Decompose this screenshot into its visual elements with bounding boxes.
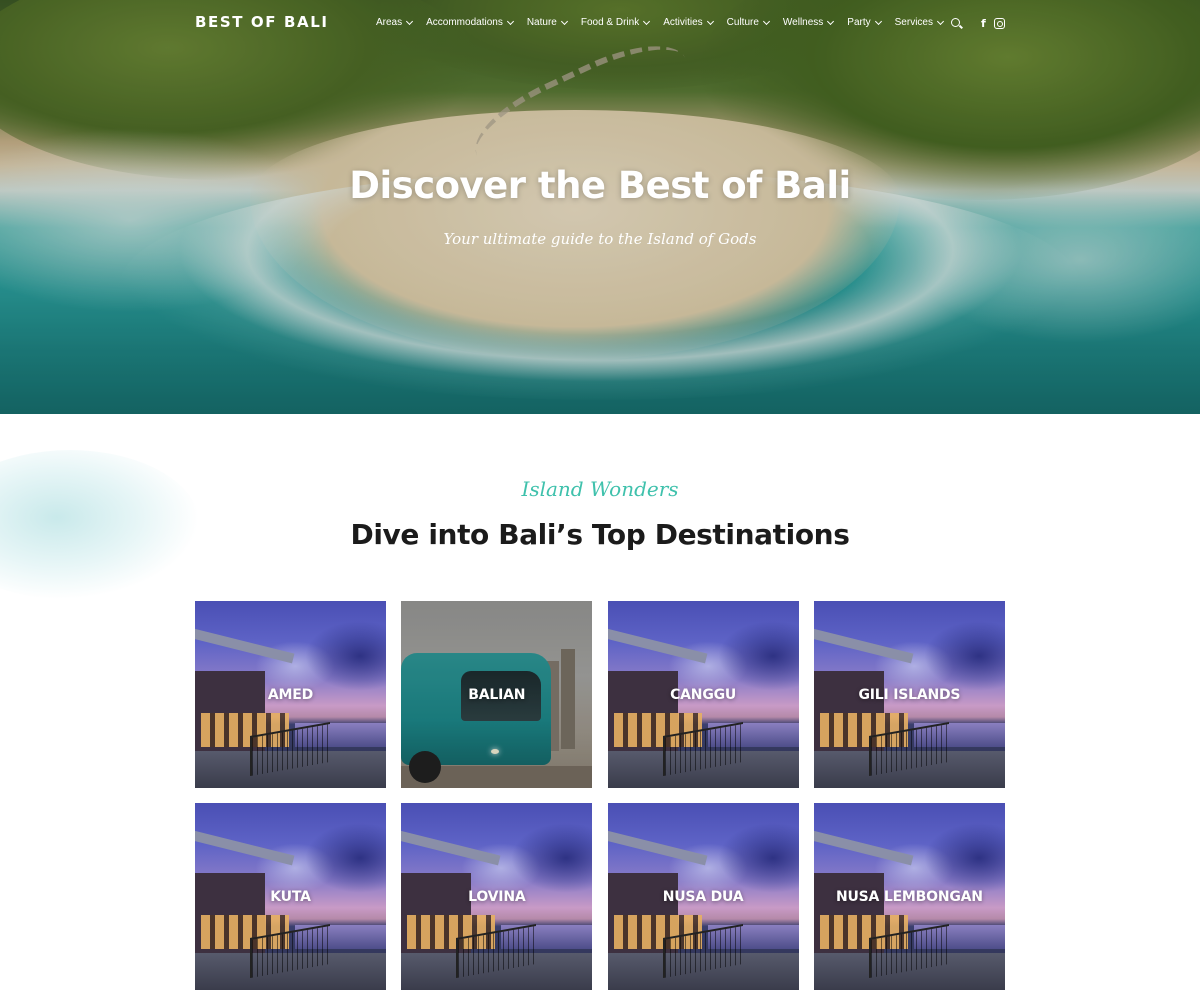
destination-card[interactable]: NUSA LEMBONGAN: [813, 803, 1005, 990]
chevron-down-icon: [643, 17, 651, 25]
chevron-down-icon: [874, 17, 882, 25]
destination-label: GILI ISLANDS: [858, 686, 961, 703]
nav-item-accommodations[interactable]: Accommodations: [426, 17, 514, 28]
chevron-down-icon: [560, 17, 568, 25]
destination-label: CANGGU: [670, 686, 737, 703]
nav-item-areas[interactable]: Areas: [376, 17, 414, 28]
nav-item-label: Services: [894, 17, 933, 28]
nav-item-label: Areas: [376, 17, 403, 28]
section-eyebrow: Island Wonders: [521, 477, 679, 501]
hero-subtitle: Your ultimate guide to the Island of God…: [443, 230, 757, 248]
nav-item-label: Food & Drink: [580, 17, 640, 28]
site-logo[interactable]: BEST OF BALI: [195, 13, 329, 31]
nav-item-culture[interactable]: Culture: [726, 17, 770, 28]
chevron-down-icon: [506, 17, 514, 25]
destination-label: KUTA: [270, 888, 311, 905]
nav-item-label: Culture: [726, 17, 759, 28]
destination-label: NUSA DUA: [662, 888, 744, 905]
chevron-down-icon: [827, 17, 835, 25]
hero-background-image: [0, 0, 1200, 414]
chevron-down-icon: [936, 17, 945, 25]
chevron-down-icon: [762, 17, 770, 25]
destination-label: BALIAN: [468, 686, 526, 703]
destination-card[interactable]: LOVINA: [401, 803, 593, 990]
nav-item-activities[interactable]: Activities: [663, 17, 714, 28]
destination-label: LOVINA: [468, 888, 526, 905]
destination-label: NUSA LEMBONGAN: [835, 888, 983, 905]
hero-banner: BEST OF BALI Areas Accommodations Nature Fo…: [0, 0, 1200, 414]
nav-item-label: Accommodations: [426, 17, 503, 28]
destination-card[interactable]: KUTA: [195, 803, 386, 990]
destination-card[interactable]: GILI ISLANDS: [813, 601, 1005, 788]
hero-title: Discover the Best of Bali: [349, 164, 851, 207]
chevron-down-icon: [706, 17, 714, 25]
nav-item-label: Party: [847, 17, 871, 28]
nav-item-label: Activities: [663, 17, 703, 28]
nav-item-services[interactable]: Services: [894, 17, 945, 28]
top-navigation: BEST OF BALI Areas Accommodations Nature Fo…: [0, 0, 1200, 48]
destination-card[interactable]: NUSA DUA: [607, 803, 799, 990]
destination-label: AMED: [267, 686, 314, 703]
nav-item-wellness[interactable]: Wellness: [782, 17, 835, 28]
facebook-icon[interactable]: f: [981, 17, 986, 30]
section-title: Dive into Bali’s Top Destinations: [350, 518, 850, 551]
nav-item-label: Wellness: [782, 17, 824, 28]
nav-item-party[interactable]: Party: [847, 17, 882, 28]
destination-card[interactable]: CANGGU: [607, 601, 799, 788]
destinations-grid: AMED BALIAN CANGGU GILI ISLANDS KUTA LOVINA NU…: [195, 601, 1005, 990]
nav-item-label: Nature: [526, 17, 557, 28]
instagram-icon[interactable]: [994, 18, 1005, 29]
chevron-down-icon: [406, 17, 414, 25]
destination-card[interactable]: BALIAN: [401, 601, 593, 788]
destination-card[interactable]: AMED: [195, 601, 386, 788]
nav-item-food-drink[interactable]: Food & Drink: [580, 17, 651, 28]
nav-item-nature[interactable]: Nature: [526, 17, 568, 28]
main-menu: Areas Accommodations Nature Food & Drink Act…: [376, 17, 957, 28]
search-icon[interactable]: [951, 18, 963, 30]
